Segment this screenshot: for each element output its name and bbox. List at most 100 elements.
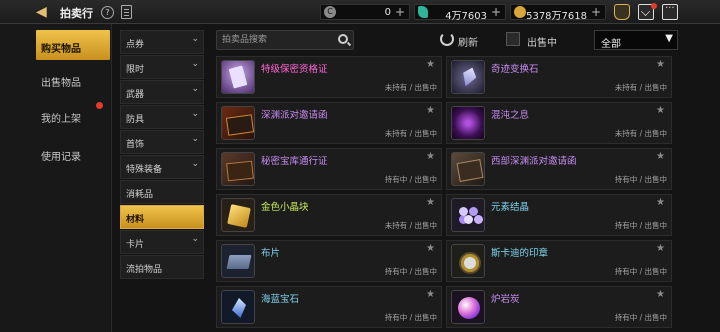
favorite-star-icon[interactable]: ★: [426, 289, 435, 300]
category-label: 流拍物品: [126, 265, 163, 275]
top-bar: ◀ 拍卖行 ? C 0 + 4万7603 + 5378万7618 +: [0, 0, 720, 24]
item-name: 混沌之息: [491, 110, 530, 121]
chevron-down-icon: ⌄: [191, 234, 199, 244]
item-card[interactable]: 西部深渊派对邀请函 ★ 持有中 / 出售中: [446, 148, 672, 190]
on-sale-label[interactable]: 出售中: [527, 34, 557, 49]
item-status: 持有中 / 出售中: [614, 313, 667, 322]
on-sale-checkbox[interactable]: [506, 32, 520, 46]
category-label: 限时: [126, 65, 145, 75]
invitation-icon: [451, 152, 485, 186]
favorite-star-icon[interactable]: ★: [426, 197, 435, 208]
chevron-down-icon: ⌄: [191, 134, 199, 144]
element-crystal-icon: [451, 198, 485, 232]
item-card[interactable]: 斯卡迪的印章 ★ 持有中 / 出售中: [446, 240, 672, 282]
item-status: 持有中 / 出售中: [384, 267, 437, 276]
chat-icon[interactable]: [662, 3, 678, 20]
category-label: 首饰: [126, 140, 145, 150]
favorite-star-icon[interactable]: ★: [656, 243, 665, 254]
item-status: 持有中 / 出售中: [614, 175, 667, 184]
currency-c-value: 0: [384, 7, 391, 18]
favorite-star-icon[interactable]: ★: [656, 105, 665, 116]
item-card[interactable]: 深渊派对邀请函 ★ 未持有 / 出售中: [216, 102, 442, 144]
crystal-icon: [451, 60, 485, 94]
chaos-orb-icon: [451, 106, 485, 140]
item-name: 海蓝宝石: [261, 294, 300, 305]
category-item[interactable]: 首饰 ⌄: [120, 130, 204, 154]
help-icon[interactable]: ?: [101, 6, 114, 19]
item-status: 持有中 / 出售中: [384, 175, 437, 184]
item-status: 未持有 / 出售中: [614, 83, 667, 92]
green-gem-icon: [418, 6, 428, 18]
filter-select[interactable]: 全部 ▼: [594, 30, 678, 50]
add-currency-c-button[interactable]: +: [395, 5, 405, 19]
item-status: 未持有 / 出售中: [614, 129, 667, 138]
caret-down-icon: ▼: [665, 33, 673, 44]
favorite-star-icon[interactable]: ★: [656, 59, 665, 70]
item-name: 元素结晶: [491, 202, 530, 213]
item-status: 未持有 / 出售中: [384, 129, 437, 138]
back-arrow-icon[interactable]: ◀: [36, 4, 54, 20]
nav-usage-history[interactable]: 使用记录: [36, 138, 110, 168]
search-input[interactable]: [222, 33, 332, 47]
item-card[interactable]: 金色小晶块 ★ 未持有 / 出售中: [216, 194, 442, 236]
document-icon[interactable]: [121, 5, 132, 19]
search-icon[interactable]: [338, 34, 348, 44]
category-label: 卡片: [126, 240, 145, 250]
item-name: 炉岩炭: [491, 294, 520, 305]
currency-gold: 5378万7618 +: [510, 4, 606, 22]
item-card[interactable]: 布片 ★ 持有中 / 出售中: [216, 240, 442, 282]
favorite-star-icon[interactable]: ★: [426, 59, 435, 70]
chevron-down-icon: ⌄: [191, 159, 199, 169]
item-card[interactable]: 混沌之息 ★ 未持有 / 出售中: [446, 102, 672, 144]
category-item[interactable]: 点券 ⌄: [120, 30, 204, 54]
lava-rock-icon: [451, 290, 485, 324]
favorite-star-icon[interactable]: ★: [656, 289, 665, 300]
chevron-down-icon: ⌄: [191, 59, 199, 69]
chevron-down-icon: ⌄: [191, 109, 199, 119]
item-name: 特级保密资格证: [261, 64, 328, 75]
category-item[interactable]: 消耗品: [120, 180, 204, 204]
item-card[interactable]: 奇迹变换石 ★ 未持有 / 出售中: [446, 56, 672, 98]
favorite-star-icon[interactable]: ★: [426, 151, 435, 162]
item-card[interactable]: 特级保密资格证 ★ 未持有 / 出售中: [216, 56, 442, 98]
item-card[interactable]: 炉岩炭 ★ 持有中 / 出售中: [446, 286, 672, 328]
mail-notification-dot: [651, 3, 657, 9]
currency-gem-value: 4万7603: [445, 11, 487, 22]
nav-buy-items[interactable]: 购买物品: [36, 30, 110, 60]
add-currency-gem-button[interactable]: +: [491, 5, 501, 19]
pass-icon: [221, 152, 255, 186]
item-card[interactable]: 秘密宝库通行证 ★ 持有中 / 出售中: [216, 148, 442, 190]
item-name: 秘密宝库通行证: [261, 156, 328, 167]
category-item[interactable]: 防具 ⌄: [120, 105, 204, 129]
favorite-star-icon[interactable]: ★: [656, 197, 665, 208]
item-card[interactable]: 海蓝宝石 ★ 持有中 / 出售中: [216, 286, 442, 328]
favorite-star-icon[interactable]: ★: [426, 243, 435, 254]
item-card[interactable]: 元素结晶 ★ 持有中 / 出售中: [446, 194, 672, 236]
category-item[interactable]: 流拍物品: [120, 255, 204, 279]
category-label: 消耗品: [126, 190, 154, 200]
favorite-star-icon[interactable]: ★: [656, 151, 665, 162]
chevron-down-icon: ⌄: [191, 84, 199, 94]
gold-coin-icon: [514, 6, 526, 18]
refresh-label[interactable]: 刷新: [458, 34, 478, 49]
nav-sell-items[interactable]: 出售物品: [36, 64, 110, 94]
refresh-icon[interactable]: [440, 32, 454, 46]
cloth-icon: [221, 244, 255, 278]
item-status: 持有中 / 出售中: [614, 221, 667, 230]
category-item[interactable]: 限时 ⌄: [120, 55, 204, 79]
item-status: 持有中 / 出售中: [384, 313, 437, 322]
category-item-active[interactable]: 材料: [120, 205, 204, 229]
category-item[interactable]: 武器 ⌄: [120, 80, 204, 104]
currency-c: C 0 +: [320, 4, 410, 20]
sapphire-icon: [221, 290, 255, 324]
category-item[interactable]: 卡片 ⌄: [120, 230, 204, 254]
category-label: 武器: [126, 90, 145, 100]
favorite-star-icon[interactable]: ★: [426, 105, 435, 116]
add-currency-gold-button[interactable]: +: [591, 5, 601, 19]
chevron-down-icon: ⌄: [191, 34, 199, 44]
item-status: 持有中 / 出售中: [614, 267, 667, 276]
pot-icon[interactable]: [614, 4, 630, 20]
gold-crystal-icon: [221, 198, 255, 232]
filter-select-value: 全部: [601, 39, 621, 50]
category-item[interactable]: 特殊装备 ⌄: [120, 155, 204, 179]
